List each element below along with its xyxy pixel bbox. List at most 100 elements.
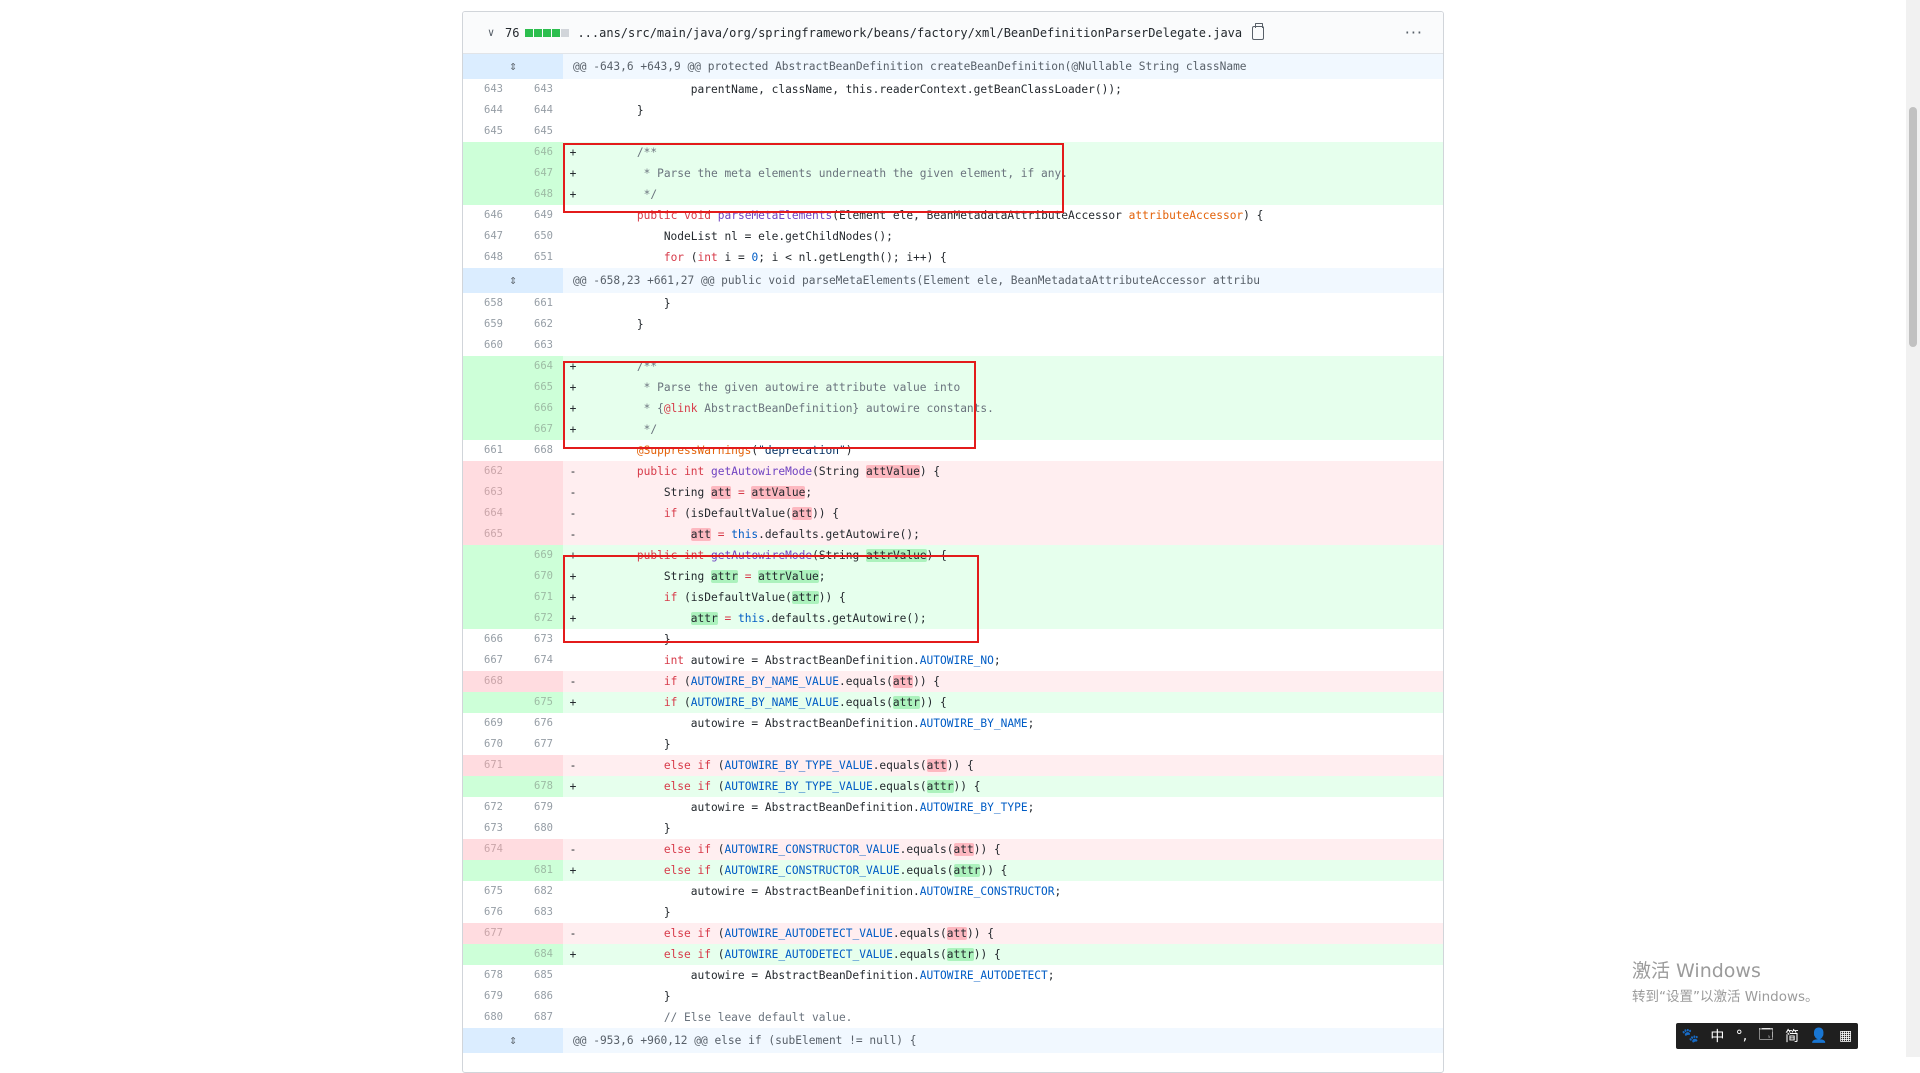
new-line-number[interactable]: 651 (513, 247, 563, 268)
collapse-chevron-icon[interactable]: ∨ (483, 26, 499, 39)
old-line-number[interactable]: 646 (463, 205, 513, 226)
ime-punctuation[interactable]: °, (1736, 1028, 1747, 1044)
new-line-number[interactable]: 648 (513, 184, 563, 205)
new-line-number[interactable]: 679 (513, 797, 563, 818)
new-line-number[interactable]: 671 (513, 587, 563, 608)
old-line-number[interactable]: 648 (463, 247, 513, 268)
old-line-number[interactable]: 666 (463, 629, 513, 650)
code-text: else if (AUTOWIRE_BY_TYPE_VALUE.equals(a… (663, 759, 974, 772)
old-line-number[interactable]: 661 (463, 440, 513, 461)
ime-chinese-mode[interactable]: 中 (1710, 1026, 1724, 1046)
old-line-number[interactable]: 670 (463, 734, 513, 755)
new-line-number[interactable]: 661 (513, 293, 563, 314)
old-line-number[interactable]: 665 (463, 524, 513, 545)
new-line-number[interactable]: 685 (513, 965, 563, 986)
diff-sign: + (569, 146, 577, 159)
old-line-number[interactable]: 647 (463, 226, 513, 247)
ime-keyboard-icon[interactable]: 🗔 (1758, 1024, 1773, 1048)
new-line-number[interactable]: 665 (513, 377, 563, 398)
new-line-number[interactable]: 662 (513, 314, 563, 335)
new-line-number[interactable]: 669 (513, 545, 563, 566)
code-token: AUTOWIRE_CONSTRUCTOR_VALUE (724, 843, 900, 856)
new-line-number[interactable]: 686 (513, 986, 563, 1007)
old-line-number[interactable]: 663 (463, 482, 513, 503)
old-line-number[interactable]: 660 (463, 335, 513, 356)
scrollbar-thumb[interactable] (1909, 107, 1917, 347)
diff-sign: - (569, 465, 577, 478)
code-text: autowire = AbstractBeanDefinition.AUTOWI… (583, 797, 1443, 818)
old-line-number[interactable]: 671 (463, 755, 513, 776)
ime-paw-icon[interactable]: 🐾 (1682, 1028, 1699, 1044)
old-line-number[interactable]: 674 (463, 839, 513, 860)
expand-icon[interactable]: ⇕ (463, 268, 563, 293)
ime-grid-icon[interactable]: ▦ (1839, 1028, 1852, 1044)
new-line-number[interactable]: 687 (513, 1007, 563, 1028)
copy-path-icon[interactable] (1252, 22, 1265, 40)
new-line-number[interactable]: 643 (513, 79, 563, 100)
code-text: else if (AUTOWIRE_AUTODETECT_VALUE.equal… (663, 948, 1001, 961)
code-token: autowire = AbstractBeanDefinition. (583, 885, 920, 898)
old-line-number[interactable]: 675 (463, 881, 513, 902)
new-line-number[interactable]: 676 (513, 713, 563, 734)
new-line-number[interactable]: 672 (513, 608, 563, 629)
code-text: String attr = attrValue; (583, 566, 1443, 587)
new-line-number[interactable]: 666 (513, 398, 563, 419)
new-line-number[interactable]: 668 (513, 440, 563, 461)
old-line-number[interactable]: 680 (463, 1007, 513, 1028)
new-line-number[interactable]: 644 (513, 100, 563, 121)
file-path[interactable]: ...ans/src/main/java/org/springframework… (577, 26, 1242, 40)
new-line-number[interactable]: 681 (513, 860, 563, 881)
old-line-number[interactable]: 679 (463, 986, 513, 1007)
old-line-number[interactable]: 669 (463, 713, 513, 734)
diff-line-deleted: 665 - att = this.defaults.getAutowire(); (463, 524, 1443, 545)
more-options-icon[interactable]: ··· (1405, 23, 1423, 42)
old-line-number (463, 860, 513, 881)
new-line-number[interactable]: 667 (513, 419, 563, 440)
old-line-number[interactable]: 676 (463, 902, 513, 923)
code-token: (isDefaultValue( (684, 591, 792, 604)
code-text: autowire = AbstractBeanDefinition.AUTOWI… (583, 881, 1443, 902)
old-line-number[interactable]: 644 (463, 100, 513, 121)
new-line-number[interactable]: 673 (513, 629, 563, 650)
old-line-number[interactable]: 662 (463, 461, 513, 482)
old-line-number[interactable]: 677 (463, 923, 513, 944)
old-line-number[interactable]: 678 (463, 965, 513, 986)
old-line-number[interactable]: 658 (463, 293, 513, 314)
old-line-number[interactable]: 668 (463, 671, 513, 692)
new-line-number[interactable]: 664 (513, 356, 563, 377)
old-line-number[interactable]: 673 (463, 818, 513, 839)
new-line-number[interactable]: 684 (513, 944, 563, 965)
old-line-number[interactable]: 664 (463, 503, 513, 524)
new-line-number[interactable]: 670 (513, 566, 563, 587)
new-line-number[interactable]: 678 (513, 776, 563, 797)
old-line-number[interactable]: 672 (463, 797, 513, 818)
new-line-number[interactable]: 680 (513, 818, 563, 839)
new-line-number[interactable]: 663 (513, 335, 563, 356)
new-line-number[interactable]: 674 (513, 650, 563, 671)
code-text: } (583, 104, 644, 117)
hunk-text: @@ -658,23 +661,27 @@ public void parseM… (573, 274, 1261, 287)
old-line-number[interactable]: 645 (463, 121, 513, 142)
old-line-number[interactable]: 667 (463, 650, 513, 671)
ime-user-icon[interactable]: 👤 (1810, 1028, 1827, 1044)
new-line-number[interactable]: 682 (513, 881, 563, 902)
new-line-number[interactable]: 645 (513, 121, 563, 142)
new-line-number[interactable]: 650 (513, 226, 563, 247)
code-text: } (583, 990, 671, 1003)
old-line-number[interactable]: 659 (463, 314, 513, 335)
new-line-number[interactable]: 649 (513, 205, 563, 226)
new-line-number[interactable]: 683 (513, 902, 563, 923)
old-line-number (463, 142, 513, 163)
new-line-number[interactable]: 677 (513, 734, 563, 755)
page-scrollbar[interactable] (1906, 0, 1920, 1057)
ime-simplified[interactable]: 简 (1785, 1026, 1799, 1046)
new-line-number[interactable]: 675 (513, 692, 563, 713)
diff-sign: + (569, 549, 577, 562)
new-line-number[interactable]: 647 (513, 163, 563, 184)
old-line-number (463, 776, 513, 797)
expand-icon[interactable]: ⇕ (463, 1028, 563, 1053)
new-line-number[interactable]: 646 (513, 142, 563, 163)
expand-icon[interactable]: ⇕ (463, 54, 563, 79)
old-line-number[interactable]: 643 (463, 79, 513, 100)
